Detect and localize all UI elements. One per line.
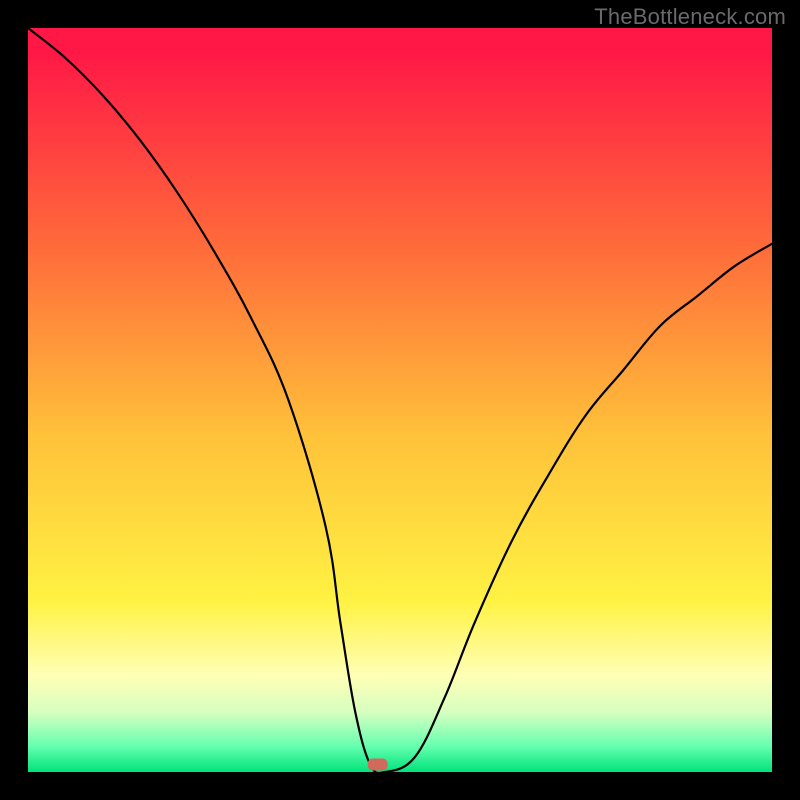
plot-area	[28, 28, 772, 772]
optimal-marker	[28, 28, 772, 772]
watermark-text: TheBottleneck.com	[594, 4, 786, 30]
chart-frame: TheBottleneck.com	[0, 0, 800, 800]
